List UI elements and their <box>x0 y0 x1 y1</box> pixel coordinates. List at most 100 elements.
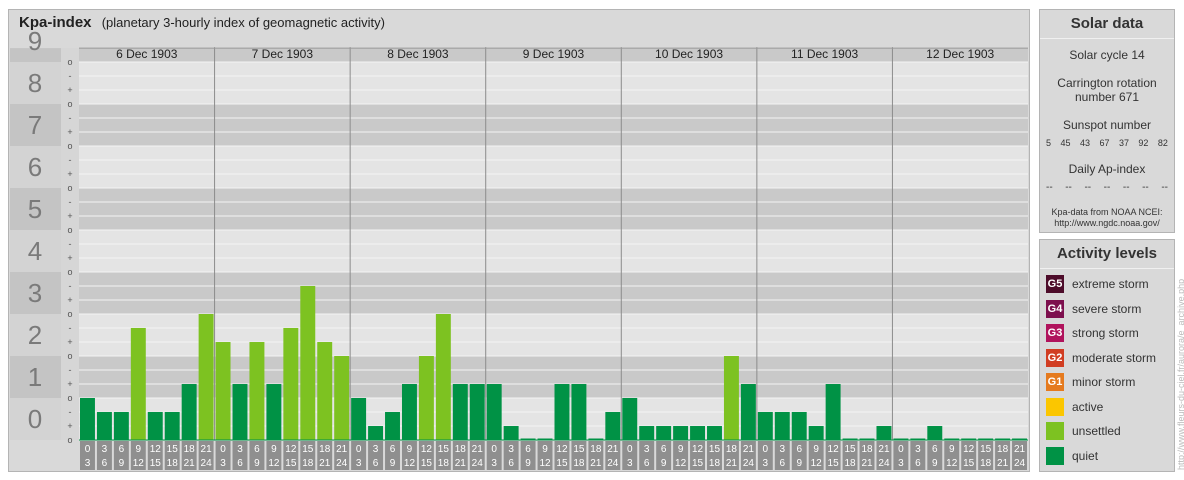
y-tick-label: 2 <box>28 320 42 350</box>
hour-start-label: 3 <box>373 444 379 455</box>
hour-end-label: 6 <box>237 458 243 469</box>
sunspot-value: 43 <box>1079 138 1090 148</box>
hour-start-label: 15 <box>438 444 450 455</box>
hour-end-label: 15 <box>421 458 433 469</box>
kp-bar <box>435 314 451 440</box>
hour-start-label: 18 <box>861 444 873 455</box>
hour-start-label: 0 <box>356 444 362 455</box>
kp-bar <box>300 285 316 440</box>
legend-label: quiet <box>1072 448 1099 463</box>
hour-start-label: 0 <box>220 444 226 455</box>
y-tick-label: 3 <box>28 278 42 308</box>
hour-start-label: 0 <box>763 444 769 455</box>
legend-label: active <box>1072 399 1104 414</box>
kp-bar <box>639 426 655 440</box>
ap-value: -- <box>1122 182 1130 193</box>
day-label: 8 Dec 1903 <box>387 47 449 61</box>
hour-end-label: 6 <box>644 458 650 469</box>
hour-start-label: 3 <box>779 444 785 455</box>
kp-bar <box>808 426 824 440</box>
legend-swatch <box>1046 446 1064 465</box>
ap-value: -- <box>1084 182 1092 193</box>
hour-start-label: 18 <box>590 444 602 455</box>
hour-start-label: 3 <box>644 444 650 455</box>
hour-end-label: 6 <box>102 458 108 469</box>
band <box>79 62 1028 104</box>
hour-start-label: 3 <box>237 444 243 455</box>
hour-end-label: 21 <box>726 458 738 469</box>
kp-bar <box>368 426 384 440</box>
hour-end-label: 21 <box>455 458 467 469</box>
y-minor-label: - <box>69 71 72 81</box>
kp-bar <box>215 342 231 440</box>
credit-link[interactable]: http://www.ngdc.noaa.gov/ <box>1040 218 1174 229</box>
ap-title: Daily Ap-index <box>1068 162 1146 176</box>
kp-bar <box>554 384 570 440</box>
hour-end-label: 6 <box>508 458 514 469</box>
hour-start-label: 15 <box>845 444 857 455</box>
hour-end-label: 24 <box>607 458 619 469</box>
day-label: 12 Dec 1903 <box>926 47 994 61</box>
hour-end-label: 12 <box>133 458 145 469</box>
hour-end-label: 15 <box>963 458 975 469</box>
solar-data-title: Solar data <box>1040 10 1174 39</box>
hour-end-label: 12 <box>404 458 416 469</box>
y-minor-label: o <box>67 183 72 193</box>
ap-value: -- <box>1046 182 1053 193</box>
y-tick-label: 7 <box>28 110 42 140</box>
kp-bar <box>249 342 265 440</box>
y-tick-label: 9 <box>28 26 42 56</box>
hour-end-label: 3 <box>627 458 633 469</box>
hour-end-label: 6 <box>373 458 379 469</box>
kpa-chart-panel: Kpa-index (planetary 3-hourly index of g… <box>8 9 1030 472</box>
hour-end-label: 3 <box>491 458 497 469</box>
kp-bar <box>452 384 468 440</box>
y-minor-label: + <box>67 211 72 221</box>
carrington-line-1: Carrington rotation <box>1057 76 1157 90</box>
kp-bar <box>164 411 180 440</box>
kp-bar <box>571 384 587 440</box>
band <box>79 188 1028 230</box>
legend-item: quiet <box>1040 444 1174 469</box>
hour-start-label: 9 <box>542 444 548 455</box>
band <box>79 230 1028 272</box>
kp-bar <box>825 384 841 440</box>
sunspot-value: 67 <box>1099 138 1110 148</box>
hour-start-label: 12 <box>963 444 975 455</box>
band <box>79 272 1028 314</box>
kp-bar <box>418 356 434 440</box>
legend-item: G4 severe storm <box>1040 297 1174 322</box>
hour-end-label: 3 <box>356 458 362 469</box>
legend-label: severe storm <box>1072 301 1142 316</box>
y-minor-label: o <box>67 225 72 235</box>
data-credit: Kpa-data from NOAA NCEI: http://www.ngdc… <box>1040 207 1174 229</box>
y-minor-label: + <box>67 421 72 431</box>
hour-start-label: 12 <box>828 444 840 455</box>
y-minor-label: + <box>67 169 72 179</box>
y-minor-label: + <box>67 127 72 137</box>
hour-start-label: 18 <box>455 444 467 455</box>
activity-levels-panel: Activity levels G5 extreme storm G4 severe … <box>1039 239 1175 472</box>
kp-bar <box>317 342 333 440</box>
sunspot-values: 5 45 43 67 37 92 82 <box>1040 138 1174 148</box>
hour-start-label: 6 <box>932 444 938 455</box>
y-minor-label: - <box>69 197 72 207</box>
kp-bar <box>283 327 299 440</box>
kp-bar <box>181 384 197 440</box>
hour-start-label: 15 <box>980 444 992 455</box>
sunspot-value: 82 <box>1157 138 1168 148</box>
kp-bar <box>486 384 502 440</box>
hour-start-label: 6 <box>796 444 802 455</box>
hour-start-label: 15 <box>302 444 314 455</box>
hour-start-label: 21 <box>201 444 213 455</box>
y-tick-label: 0 <box>28 404 42 434</box>
y-tick-label: 8 <box>28 68 42 98</box>
hour-end-label: 21 <box>997 458 1009 469</box>
hour-start-label: 9 <box>136 444 142 455</box>
ap-value: -- <box>1065 182 1072 193</box>
kp-bar <box>605 411 621 440</box>
legend-swatch: G1 <box>1046 373 1064 392</box>
kp-bar <box>198 314 214 440</box>
hour-end-label: 9 <box>796 458 802 469</box>
legend-item: active <box>1040 395 1174 420</box>
